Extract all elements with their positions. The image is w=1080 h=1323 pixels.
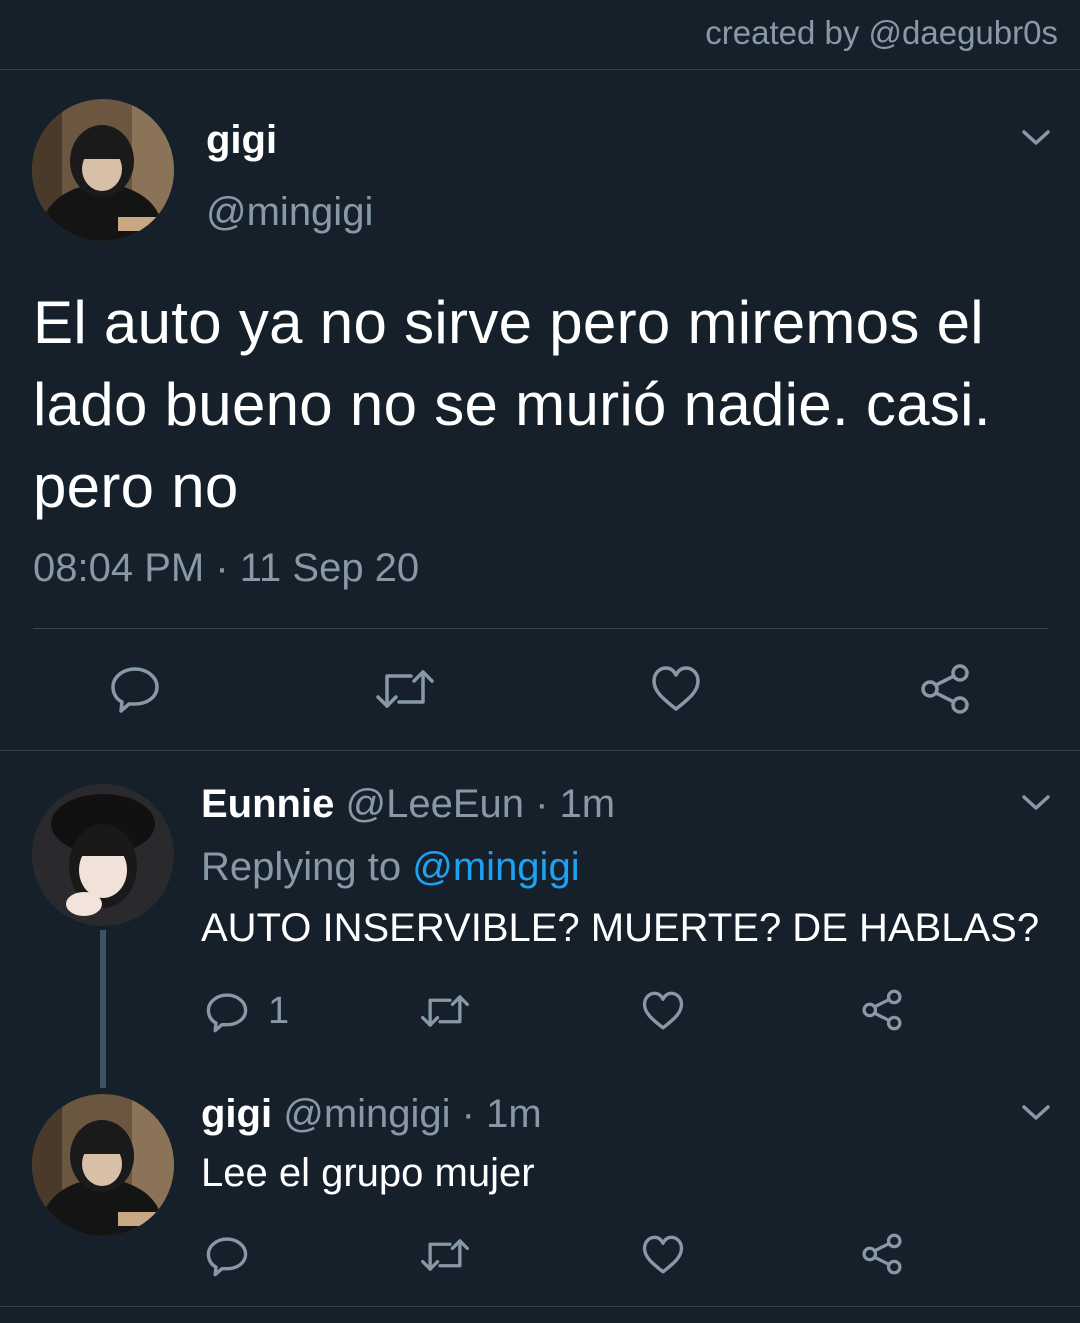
like-button[interactable] [641,1234,685,1276]
avatar[interactable] [32,99,174,241]
avatar[interactable] [32,784,174,926]
reply-header: Eunnie @LeeEun · 1m [201,782,615,827]
section-divider [0,750,1080,751]
chevron-down-icon[interactable] [1021,793,1051,813]
tweet-text-line: El auto ya no sirve pero miremos el [33,289,984,356]
divider [33,628,1048,629]
credit-text: created by @daegubr0s [705,14,1058,51]
reply-text: Lee el grupo mujer [201,1151,535,1195]
replying-to-label: Replying to [201,845,402,889]
chevron-down-icon[interactable] [1021,128,1051,148]
reply-button[interactable] [109,663,161,715]
tweet-text: El auto ya no sirve pero miremos el lado… [33,282,1063,528]
reply-button[interactable] [205,1234,249,1278]
tweet-text-line: lado bueno no se murió nadie. casi. [33,371,991,438]
chevron-down-icon[interactable] [1021,1103,1051,1123]
share-icon [862,1233,902,1275]
reply-icon [206,993,248,1033]
share-icon [862,989,902,1031]
reply-text: AUTO INSERVIBLE? MUERTE? DE HABLAS? [201,906,1040,950]
header-divider [0,69,1080,70]
share-icon [921,664,969,714]
reply-time: · 1m [461,1092,542,1136]
reply-count: 1 [268,990,290,1032]
like-icon [642,991,684,1030]
retweet-button[interactable] [375,666,435,712]
section-divider [0,1306,1080,1307]
reply-time: · 1m [535,782,616,826]
avatar[interactable] [32,1094,174,1236]
reply-icon [111,667,159,713]
retweet-icon [421,1239,469,1271]
retweet-icon [376,670,434,708]
share-button[interactable] [860,1232,904,1276]
thread-connector [100,930,106,1088]
like-icon [652,666,700,711]
author-handle[interactable]: @mingigi [206,190,373,235]
share-button[interactable] [860,988,904,1032]
author-handle[interactable]: @mingigi [283,1092,450,1136]
like-button[interactable] [641,990,685,1032]
author-name[interactable]: Eunnie [201,782,334,826]
author-handle[interactable]: @LeeEun [345,782,524,826]
like-button[interactable] [650,664,702,714]
author-name[interactable]: gigi [201,1092,272,1136]
retweet-button[interactable] [420,1236,470,1274]
retweet-icon [421,995,469,1027]
tweet-text-line: pero no [33,453,239,520]
replying-to: Replying to @mingigi [201,845,580,890]
reply-button[interactable] [205,990,249,1034]
retweet-button[interactable] [420,992,470,1030]
share-button[interactable] [918,662,972,716]
like-icon [642,1235,684,1274]
tweet-timestamp[interactable]: 08:04 PM · 11 Sep 20 [33,546,419,591]
author-name[interactable]: gigi [206,118,277,163]
replying-to-link[interactable]: @mingigi [412,845,579,889]
reply-icon [206,1237,248,1277]
reply-header: gigi @mingigi · 1m [201,1092,542,1137]
